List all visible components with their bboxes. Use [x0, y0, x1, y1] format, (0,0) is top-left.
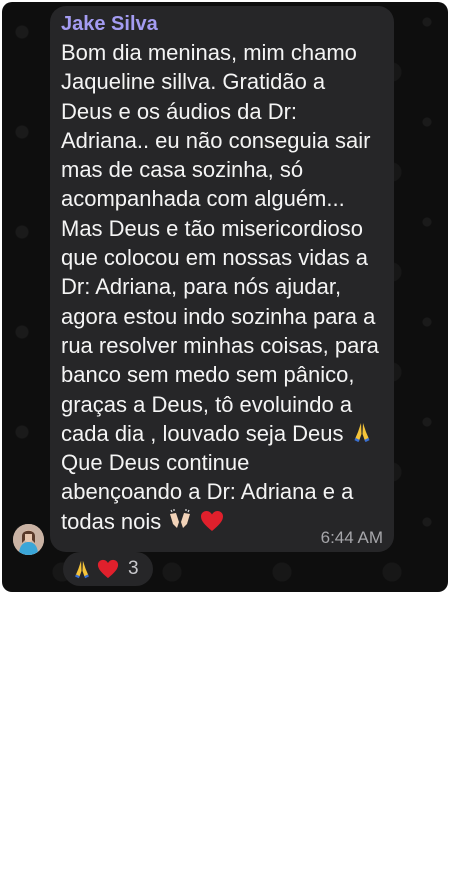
message-line: graças a Deus, tô evoluindo a — [61, 391, 353, 417]
praying-hands-icon — [75, 560, 89, 579]
sender-name[interactable]: Jake Silva — [61, 12, 384, 36]
message-line: Que Deus continue — [61, 450, 250, 476]
message-line: banco sem medo sem pânico, — [61, 362, 355, 388]
avatar[interactable] — [13, 524, 44, 555]
message-line: que colocou em nossas vidas a — [61, 245, 368, 271]
message-line: Bom dia meninas, mim chamo — [61, 40, 357, 65]
raising-hands-icon — [170, 508, 191, 528]
message-line: agora estou indo sozinha para a — [61, 303, 376, 329]
praying-hands-icon — [354, 422, 370, 442]
red-heart-icon — [97, 559, 119, 579]
message-line: Adriana.. eu não conseguia sair — [61, 127, 371, 153]
message-line: acompanhada com alguém... — [61, 186, 345, 212]
message-line: abençoando a Dr: Adriana e a — [61, 479, 354, 505]
chat-panel: Jake Silva Bom dia meninas, mim chamo Ja… — [2, 2, 448, 592]
message-line: Dr: Adriana, para nós ajudar, — [61, 274, 342, 300]
reaction-count: 3 — [128, 558, 139, 579]
message-bubble[interactable]: Jake Silva Bom dia meninas, mim chamo Ja… — [50, 6, 394, 552]
message-line: Mas Deus e tão misericordioso — [61, 215, 364, 241]
avatar-photo — [13, 524, 44, 555]
message-timestamp: 6:44 AM — [320, 528, 383, 547]
reactions-bar[interactable]: 3 — [63, 552, 153, 586]
red-heart-icon — [200, 510, 223, 531]
message-line: cada dia , louvado seja Deus — [61, 420, 344, 446]
message-line: Jaqueline sillva. Gratidão a — [61, 69, 326, 95]
message-line: Deus e os áudios da Dr: — [61, 98, 298, 124]
message-text: Bom dia meninas, mim chamo Jaqueline sil… — [61, 38, 384, 536]
message-line: rua resolver minhas coisas, para — [61, 332, 379, 358]
message-line: mas de casa sozinha, só — [61, 157, 304, 183]
message-line: todas nois — [61, 508, 162, 534]
